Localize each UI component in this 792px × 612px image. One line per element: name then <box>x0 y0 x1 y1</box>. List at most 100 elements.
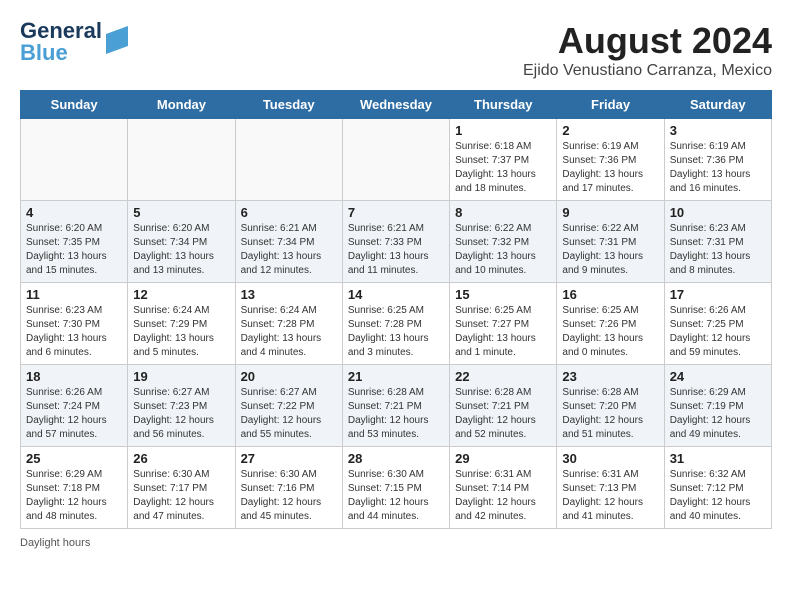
day-info: Sunrise: 6:24 AMSunset: 7:28 PMDaylight:… <box>241 304 337 360</box>
day-info: Sunrise: 6:25 AMSunset: 7:27 PMDaylight:… <box>455 304 551 360</box>
calendar-day: 29Sunrise: 6:31 AMSunset: 7:14 PMDayligh… <box>450 447 557 529</box>
day-info: Sunrise: 6:22 AMSunset: 7:31 PMDaylight:… <box>562 222 658 278</box>
day-of-week-header: Saturday <box>664 91 771 119</box>
calendar-day: 19 Sunrise: 6:27 AMSunset: 7:23 PMDayligh… <box>128 365 235 447</box>
day-number: 5 <box>133 205 229 220</box>
footer-note: Daylight hours <box>20 537 772 549</box>
day-number: 27 <box>241 451 337 466</box>
day-info: Sunrise: 6:26 AMSunset: 7:24 PMDaylight:… <box>26 386 122 442</box>
daylight-hours-label: Daylight hours <box>20 537 90 549</box>
day-info: Sunrise: 6:27 AMSunset: 7:22 PMDaylight:… <box>241 386 337 442</box>
day-number: 19 <box>133 369 229 384</box>
calendar-day: 20 Sunrise: 6:27 AMSunset: 7:22 PMDayligh… <box>235 365 342 447</box>
logo-blue: Blue <box>20 42 102 64</box>
day-info: Sunrise: 6:31 AMSunset: 7:14 PMDaylight:… <box>455 468 551 524</box>
day-number: 1 <box>455 123 551 138</box>
day-info: Sunrise: 6:25 AMSunset: 7:28 PMDaylight:… <box>348 304 444 360</box>
day-of-week-header: Tuesday <box>235 91 342 119</box>
day-number: 8 <box>455 205 551 220</box>
calendar-day: 8 Sunrise: 6:22 AMSunset: 7:32 PMDaylight… <box>450 201 557 283</box>
day-info: Sunrise: 6:31 AMSunset: 7:13 PMDaylight:… <box>562 468 658 524</box>
day-number: 25 <box>26 451 122 466</box>
day-number: 21 <box>348 369 444 384</box>
subtitle: Ejido Venustiano Carranza, Mexico <box>523 62 772 80</box>
calendar-day: 16 Sunrise: 6:25 AMSunset: 7:26 PMDayligh… <box>557 283 664 365</box>
day-info: Sunrise: 6:29 AMSunset: 7:19 PMDaylight:… <box>670 386 766 442</box>
day-number: 30 <box>562 451 658 466</box>
day-number: 26 <box>133 451 229 466</box>
day-number: 11 <box>26 287 122 302</box>
calendar-day: 12Sunrise: 6:24 AMSunset: 7:29 PMDayligh… <box>128 283 235 365</box>
calendar-body: 1 Sunrise: 6:18 AMSunset: 7:37 PMDaylight… <box>21 119 772 529</box>
day-info: Sunrise: 6:26 AMSunset: 7:25 PMDaylight:… <box>670 304 766 360</box>
day-number: 18 <box>26 369 122 384</box>
calendar-day: 5 Sunrise: 6:20 AMSunset: 7:34 PMDaylight… <box>128 201 235 283</box>
title-area: August 2024 Ejido Venustiano Carranza, M… <box>523 20 772 80</box>
day-of-week-header: Wednesday <box>342 91 449 119</box>
calendar-day: 30 Sunrise: 6:31 AMSunset: 7:13 PMDayligh… <box>557 447 664 529</box>
calendar-day: 15Sunrise: 6:25 AMSunset: 7:27 PMDayligh… <box>450 283 557 365</box>
day-number: 17 <box>670 287 766 302</box>
day-info: Sunrise: 6:29 AMSunset: 7:18 PMDaylight:… <box>26 468 122 524</box>
calendar-day: 26 Sunrise: 6:30 AMSunset: 7:17 PMDayligh… <box>128 447 235 529</box>
week-row: 11Sunrise: 6:23 AMSunset: 7:30 PMDayligh… <box>21 283 772 365</box>
calendar-day: 13 Sunrise: 6:24 AMSunset: 7:28 PMDayligh… <box>235 283 342 365</box>
day-number: 14 <box>348 287 444 302</box>
calendar-day: 28 Sunrise: 6:30 AMSunset: 7:15 PMDayligh… <box>342 447 449 529</box>
day-number: 28 <box>348 451 444 466</box>
day-info: Sunrise: 6:28 AMSunset: 7:20 PMDaylight:… <box>562 386 658 442</box>
calendar-day: 31 Sunrise: 6:32 AMSunset: 7:12 PMDayligh… <box>664 447 771 529</box>
week-row: 18 Sunrise: 6:26 AMSunset: 7:24 PMDayligh… <box>21 365 772 447</box>
calendar-day: 10Sunrise: 6:23 AMSunset: 7:31 PMDayligh… <box>664 201 771 283</box>
days-of-week-row: SundayMondayTuesdayWednesdayThursdayFrid… <box>21 91 772 119</box>
calendar-header: SundayMondayTuesdayWednesdayThursdayFrid… <box>21 91 772 119</box>
calendar-day-empty <box>235 119 342 201</box>
calendar-day: 23 Sunrise: 6:28 AMSunset: 7:20 PMDayligh… <box>557 365 664 447</box>
calendar-day: 1 Sunrise: 6:18 AMSunset: 7:37 PMDaylight… <box>450 119 557 201</box>
day-number: 23 <box>562 369 658 384</box>
calendar-day: 9 Sunrise: 6:22 AMSunset: 7:31 PMDaylight… <box>557 201 664 283</box>
calendar-day: 17 Sunrise: 6:26 AMSunset: 7:25 PMDayligh… <box>664 283 771 365</box>
calendar-day: 27Sunrise: 6:30 AMSunset: 7:16 PMDayligh… <box>235 447 342 529</box>
day-number: 12 <box>133 287 229 302</box>
day-number: 16 <box>562 287 658 302</box>
day-number: 4 <box>26 205 122 220</box>
calendar-day: 24Sunrise: 6:29 AMSunset: 7:19 PMDayligh… <box>664 365 771 447</box>
day-info: Sunrise: 6:18 AMSunset: 7:37 PMDaylight:… <box>455 140 551 196</box>
logo-general: General <box>20 20 102 42</box>
day-info: Sunrise: 6:25 AMSunset: 7:26 PMDaylight:… <box>562 304 658 360</box>
day-info: Sunrise: 6:21 AMSunset: 7:33 PMDaylight:… <box>348 222 444 278</box>
day-number: 2 <box>562 123 658 138</box>
header: General Blue August 2024 Ejido Venustian… <box>20 20 772 80</box>
calendar-day: 18 Sunrise: 6:26 AMSunset: 7:24 PMDayligh… <box>21 365 128 447</box>
day-number: 9 <box>562 205 658 220</box>
day-info: Sunrise: 6:32 AMSunset: 7:12 PMDaylight:… <box>670 468 766 524</box>
calendar-day: 4Sunrise: 6:20 AMSunset: 7:35 PMDaylight… <box>21 201 128 283</box>
day-of-week-header: Monday <box>128 91 235 119</box>
calendar-day: 6Sunrise: 6:21 AMSunset: 7:34 PMDaylight… <box>235 201 342 283</box>
day-info: Sunrise: 6:28 AMSunset: 7:21 PMDaylight:… <box>455 386 551 442</box>
logo: General Blue <box>20 20 128 64</box>
day-info: Sunrise: 6:22 AMSunset: 7:32 PMDaylight:… <box>455 222 551 278</box>
calendar-day: 25 Sunrise: 6:29 AMSunset: 7:18 PMDayligh… <box>21 447 128 529</box>
calendar-day-empty <box>342 119 449 201</box>
day-info: Sunrise: 6:30 AMSunset: 7:15 PMDaylight:… <box>348 468 444 524</box>
day-info: Sunrise: 6:20 AMSunset: 7:34 PMDaylight:… <box>133 222 229 278</box>
day-number: 10 <box>670 205 766 220</box>
page-container: General Blue August 2024 Ejido Venustian… <box>20 20 772 549</box>
day-number: 3 <box>670 123 766 138</box>
day-info: Sunrise: 6:30 AMSunset: 7:17 PMDaylight:… <box>133 468 229 524</box>
calendar-day: 2Sunrise: 6:19 AMSunset: 7:36 PMDaylight… <box>557 119 664 201</box>
calendar-day-empty <box>21 119 128 201</box>
day-number: 31 <box>670 451 766 466</box>
day-info: Sunrise: 6:27 AMSunset: 7:23 PMDaylight:… <box>133 386 229 442</box>
logo-icon <box>106 26 128 54</box>
day-info: Sunrise: 6:19 AMSunset: 7:36 PMDaylight:… <box>670 140 766 196</box>
day-number: 20 <box>241 369 337 384</box>
calendar-day: 22 Sunrise: 6:28 AMSunset: 7:21 PMDayligh… <box>450 365 557 447</box>
day-of-week-header: Sunday <box>21 91 128 119</box>
week-row: 4Sunrise: 6:20 AMSunset: 7:35 PMDaylight… <box>21 201 772 283</box>
day-number: 22 <box>455 369 551 384</box>
day-number: 13 <box>241 287 337 302</box>
day-number: 6 <box>241 205 337 220</box>
